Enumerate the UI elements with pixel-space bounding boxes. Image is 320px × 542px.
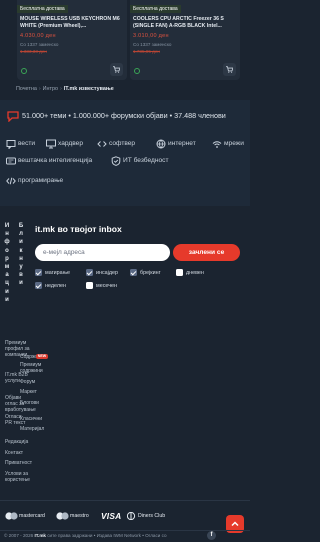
- checkbox[interactable]: [176, 269, 183, 276]
- footer-link[interactable]: Услови за користење: [5, 471, 45, 483]
- option-label: неделен: [45, 282, 66, 289]
- checkbox[interactable]: [86, 269, 93, 276]
- footer-link[interactable]: Контакт: [5, 450, 33, 456]
- stock-indicator-icon: [21, 68, 27, 74]
- footer-heading-quick: Бликнуви: [18, 223, 24, 287]
- product-card[interactable]: Бесплатна достава MOUSE WIRELESS USB KEY…: [17, 0, 127, 80]
- topic-label: ИТ безбедност: [123, 157, 169, 164]
- free-shipping-badge: Бесплатна достава: [17, 5, 68, 13]
- cart-icon: [226, 66, 233, 73]
- globe-icon: [156, 139, 166, 149]
- ai-chip-icon: [6, 157, 16, 165]
- option-label: инсајдер: [96, 269, 119, 276]
- product-card[interactable]: Бесплатна достава COOLERS CPU ARCTIC Fre…: [130, 0, 240, 80]
- topic-label: хардвер: [58, 140, 84, 147]
- product-price: 4.030,00 ден: [20, 33, 56, 39]
- topic-label: вештачка интелигенција: [18, 157, 93, 164]
- footer-link[interactable]: Редакција: [5, 439, 33, 445]
- email-field[interactable]: [35, 244, 170, 261]
- topic-label: вести: [18, 140, 36, 147]
- subscribe-button[interactable]: зачлени се: [173, 244, 240, 261]
- option-label: брејкинг: [140, 269, 161, 276]
- checkbox[interactable]: [35, 269, 42, 276]
- cart-icon: [113, 66, 120, 73]
- visa-logo: VISA: [101, 511, 122, 521]
- topic-label: програмирање: [18, 177, 64, 184]
- maestro-icon: [56, 512, 69, 520]
- footer-link[interactable]: Приватност: [5, 460, 33, 466]
- breadcrumb-home[interactable]: Почетна: [16, 86, 37, 92]
- product-old-price: 1.735,05 ден: [133, 49, 160, 54]
- add-to-cart-button[interactable]: [110, 63, 123, 76]
- footer-link[interactable]: Класични: [20, 416, 48, 422]
- breadcrumb-separator: ›: [38, 86, 41, 92]
- product-shipping: Со 1337 заменско: [20, 42, 59, 47]
- monitor-icon: [46, 139, 56, 149]
- code-icon: [97, 141, 107, 147]
- page: Бесплатна достава MOUSE WIRELESS USB KEY…: [0, 0, 250, 542]
- add-to-cart-button[interactable]: [223, 63, 236, 76]
- chat-icon: [6, 140, 16, 149]
- diners-club-icon: [127, 512, 136, 520]
- breadcrumb-separator: ›: [59, 86, 62, 92]
- stats-text: 51.000+ теми • 1.000.000+ форумски објав…: [22, 111, 226, 120]
- footer-links: Премиум профил за компании IT.mk B2B усл…: [0, 340, 250, 500]
- footer-link[interactable]: Премиум содржини: [20, 362, 48, 374]
- copyright: © 2007 - 2026 IT.mk сите права задржани …: [4, 533, 167, 538]
- stock-indicator-icon: [134, 68, 140, 74]
- option-label: месечен: [96, 282, 118, 289]
- free-shipping-badge: Бесплатна достава: [130, 5, 181, 13]
- brand-name: IT.mk: [34, 533, 46, 538]
- network-icon: [212, 141, 222, 148]
- topic-label: интернет: [168, 140, 196, 147]
- chevron-up-icon: [231, 521, 239, 527]
- checkbox[interactable]: [35, 282, 42, 289]
- mastercard-icon: [5, 512, 18, 520]
- product-strip: Бесплатна достава MOUSE WIRELESS USB KEY…: [0, 0, 250, 82]
- shield-icon: [111, 156, 121, 166]
- breadcrumb-current: IT.mk известување: [63, 86, 114, 92]
- topic-label: мрежи: [224, 140, 244, 147]
- code-brackets-icon: [6, 177, 16, 185]
- chat-bubble-icon: [7, 111, 19, 122]
- breadcrumb: Почетна › Интро › IT.mk известување: [16, 86, 114, 92]
- footer-heading-info: Информации: [4, 223, 10, 303]
- new-badge: NEW: [36, 354, 48, 359]
- footer-link[interactable]: Маркет: [20, 389, 48, 395]
- option-label: дневен: [186, 269, 204, 276]
- product-price: 3.010,00 ден: [133, 33, 169, 39]
- breadcrumb-intro[interactable]: Интро: [43, 86, 58, 92]
- newsletter-title: it.mk во твојот inbox: [35, 224, 122, 234]
- option-label: магирање: [45, 269, 71, 276]
- product-shipping: Со 1337 заменско: [133, 42, 172, 47]
- product-title[interactable]: COOLERS CPU ARCTIC Freezer 36 S (SINGLE …: [133, 16, 237, 29]
- footer-link[interactable]: Материјал: [20, 426, 48, 432]
- footer-link[interactable]: Форум: [20, 379, 48, 385]
- checkbox[interactable]: [130, 269, 137, 276]
- facebook-icon[interactable]: f: [207, 531, 216, 540]
- topic-label: софтвер: [109, 140, 136, 147]
- product-title[interactable]: MOUSE WIRELESS USB KEYCHRON M6 WHITE (Pr…: [20, 16, 124, 29]
- footer-link[interactable]: Блогови: [20, 400, 48, 406]
- checkbox[interactable]: [86, 282, 93, 289]
- product-old-price: 1.333,33 ден: [20, 49, 47, 54]
